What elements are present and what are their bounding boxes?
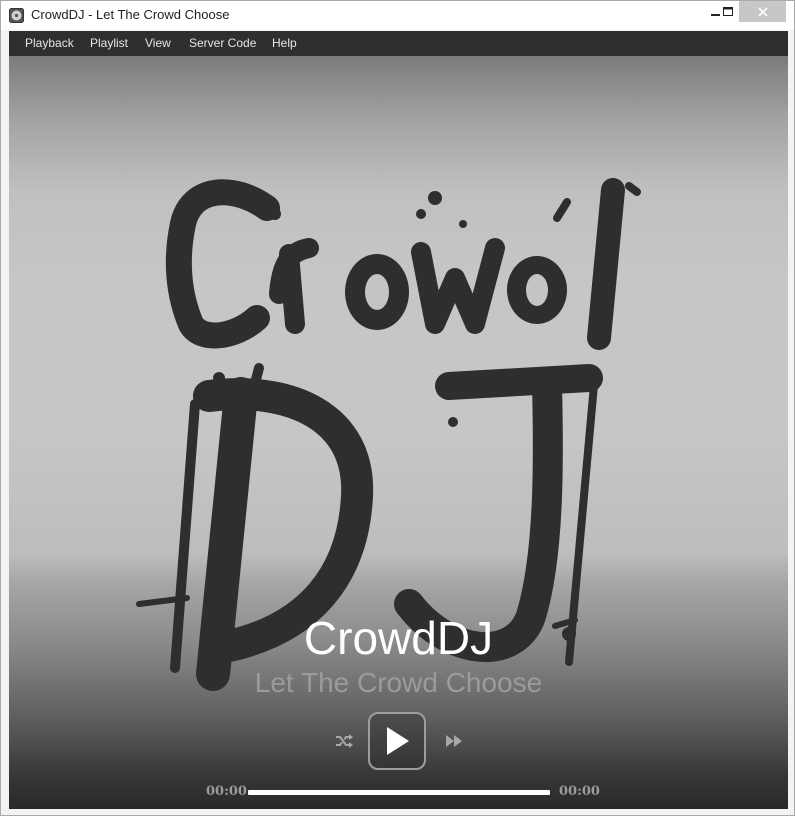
shuffle-icon bbox=[336, 734, 353, 748]
play-icon bbox=[387, 727, 409, 755]
player-stage: CrowdDJ Let The Crowd Choose 00:00 00:00 bbox=[9, 56, 788, 809]
maximize-button[interactable] bbox=[715, 1, 741, 22]
shuffle-button[interactable] bbox=[334, 731, 354, 751]
window-title: CrowdDJ - Let The Crowd Choose bbox=[31, 7, 230, 22]
menu-help[interactable]: Help bbox=[272, 36, 297, 50]
menu-playlist[interactable]: Playlist bbox=[90, 36, 128, 50]
close-button[interactable] bbox=[739, 1, 786, 22]
menu-server-code[interactable]: Server Code bbox=[189, 36, 256, 50]
elapsed-time: 00:00 bbox=[206, 784, 247, 799]
menu-view[interactable]: View bbox=[145, 36, 171, 50]
track-title: CrowdDJ bbox=[303, 612, 494, 664]
track-subtitle: Let The Crowd Choose bbox=[254, 667, 543, 698]
disc-icon bbox=[9, 8, 24, 23]
total-time: 00:00 bbox=[559, 784, 600, 799]
close-icon bbox=[757, 6, 768, 17]
menu-bar: Playback Playlist View Server Code Help bbox=[9, 31, 788, 56]
title-bar: CrowdDJ - Let The Crowd Choose bbox=[1, 1, 794, 30]
play-button[interactable] bbox=[368, 712, 426, 770]
next-button[interactable] bbox=[444, 731, 464, 751]
fast-forward-icon bbox=[446, 735, 462, 747]
menu-playback[interactable]: Playback bbox=[25, 36, 74, 50]
progress-bar[interactable] bbox=[248, 790, 550, 795]
app-window: CrowdDJ - Let The Crowd Choose Playback … bbox=[0, 0, 795, 816]
maximize-icon bbox=[723, 6, 733, 16]
